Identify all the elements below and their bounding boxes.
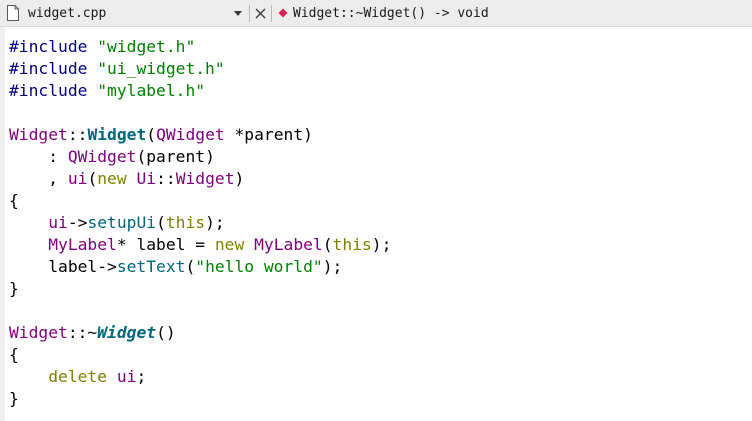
code-line[interactable]: #include "ui_widget.h" xyxy=(9,58,391,80)
code-token: ) xyxy=(234,169,245,188)
code-token: setupUi xyxy=(87,213,157,232)
code-token: Widget xyxy=(87,125,147,144)
code-line[interactable]: #include "mylabel.h" xyxy=(9,80,391,102)
code-line[interactable]: } xyxy=(9,388,391,410)
code-token: this xyxy=(165,213,206,232)
code-token: -> xyxy=(67,213,88,232)
code-line[interactable]: { xyxy=(9,344,391,366)
code-token: Widget xyxy=(9,125,68,144)
code-token: ( xyxy=(146,125,157,144)
code-token: ::~ xyxy=(67,323,98,342)
code-token: ( xyxy=(87,169,98,188)
chevron-down-icon[interactable] xyxy=(233,8,243,18)
code-token: "mylabel.h" xyxy=(97,81,206,100)
code-token: ( xyxy=(322,235,333,254)
code-token: ); xyxy=(371,235,392,254)
code-token: ui xyxy=(67,169,88,188)
open-file-name[interactable]: widget.cpp xyxy=(28,6,233,21)
code-token: ); xyxy=(205,213,225,232)
code-line[interactable]: label->setText("hello world"); xyxy=(9,256,391,278)
code-token: :: xyxy=(67,125,88,144)
file-icon xyxy=(7,5,19,21)
code-editor-window: widget.cpp Widget::~Widget() -> void #in… xyxy=(0,0,752,421)
code-line[interactable]: delete ui; xyxy=(9,366,391,388)
member-function-icon xyxy=(278,8,288,18)
code-token: Ui xyxy=(136,169,157,188)
code-token: "hello world" xyxy=(195,257,323,276)
code-token: Widget xyxy=(175,169,235,188)
toolbar-divider xyxy=(271,4,272,22)
code-token: () xyxy=(156,323,176,342)
code-token: ui xyxy=(116,367,137,386)
code-token: QWidget xyxy=(67,147,137,166)
code-token: "ui_widget.h" xyxy=(97,59,225,78)
close-icon xyxy=(255,8,266,18)
code-line[interactable] xyxy=(9,300,391,322)
code-token: ( xyxy=(156,213,166,232)
code-line[interactable]: , ui(new Ui::Widget) xyxy=(9,168,391,190)
code-token: new xyxy=(97,169,127,188)
code-token: MyLabel xyxy=(48,235,117,254)
code-token: } xyxy=(9,389,19,408)
code-token: new xyxy=(214,235,245,254)
code-line[interactable]: { xyxy=(9,190,391,212)
code-token: "widget.h" xyxy=(97,37,196,56)
code-token: #include xyxy=(9,37,98,56)
close-document-button[interactable] xyxy=(250,3,271,24)
code-token: this xyxy=(332,235,372,254)
code-token: , xyxy=(9,169,68,188)
editor-gutter xyxy=(0,27,5,421)
code-token: Widget xyxy=(97,323,157,342)
code-token: } xyxy=(9,279,19,298)
editor-toolbar: widget.cpp Widget::~Widget() -> void xyxy=(0,0,752,27)
code-line[interactable]: : QWidget(parent) xyxy=(9,146,391,168)
code-token: #include xyxy=(9,59,98,78)
code-line[interactable]: } xyxy=(9,278,391,300)
code-token: QWidget xyxy=(156,125,225,144)
code-line[interactable]: MyLabel* label = new MyLabel(this); xyxy=(9,234,391,256)
code-token: Widget xyxy=(9,323,68,342)
code-token: setText xyxy=(116,257,186,276)
code-token: MyLabel xyxy=(254,235,323,254)
code-token: * label = xyxy=(116,235,215,254)
code-token: ); xyxy=(322,257,343,276)
code-line[interactable]: ui->setupUi(this); xyxy=(9,212,391,234)
code-line[interactable] xyxy=(9,102,391,124)
code-line[interactable]: #include "widget.h" xyxy=(9,36,391,58)
symbol-selector[interactable]: Widget::~Widget() -> void xyxy=(293,6,489,21)
code-line[interactable]: Widget::~Widget() xyxy=(9,322,391,344)
code-text[interactable]: #include "widget.h" #include "ui_widget.h… xyxy=(9,36,391,410)
code-token: ui xyxy=(48,213,68,232)
code-token: *parent) xyxy=(224,125,313,144)
code-token: { xyxy=(9,345,19,364)
code-token: label-> xyxy=(9,257,117,276)
code-token: ; xyxy=(136,367,147,386)
code-line[interactable]: Widget::Widget(QWidget *parent) xyxy=(9,124,391,146)
code-token: #include xyxy=(9,81,98,100)
code-editor[interactable]: #include "widget.h" #include "ui_widget.h… xyxy=(0,27,752,421)
code-token: { xyxy=(9,191,19,210)
code-token: (parent) xyxy=(136,147,215,166)
code-token: : xyxy=(9,147,68,166)
code-token: :: xyxy=(156,169,176,188)
code-token: ( xyxy=(185,257,196,276)
code-token: delete xyxy=(48,367,108,386)
